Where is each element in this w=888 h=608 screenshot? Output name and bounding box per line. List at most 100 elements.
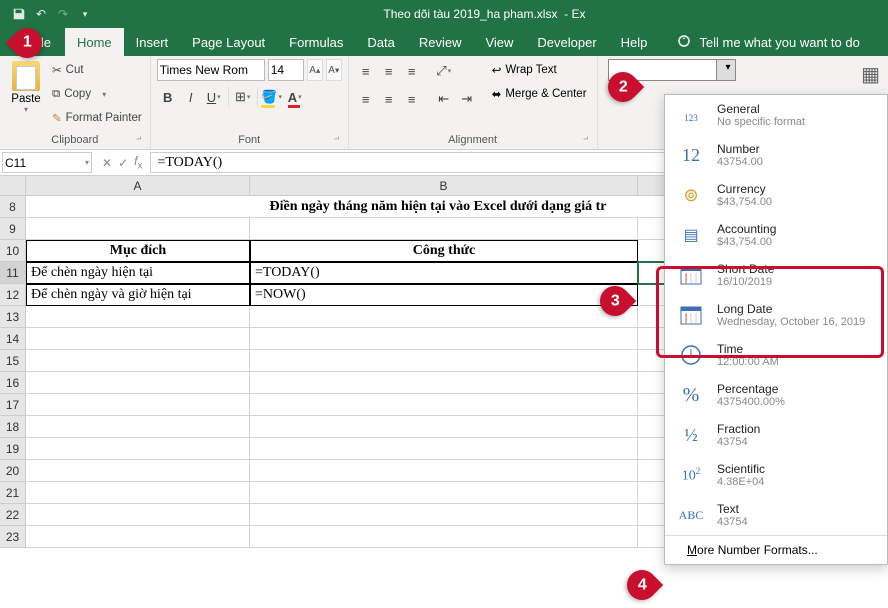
italic-button[interactable]: I	[180, 85, 202, 109]
row-header-15[interactable]: 15	[0, 350, 26, 372]
cell-A22[interactable]	[26, 504, 250, 526]
cell-A10[interactable]: Mục đích	[26, 240, 250, 262]
merge-center-button[interactable]: ⬌Merge & Center	[488, 83, 591, 105]
row-header-16[interactable]: 16	[0, 372, 26, 394]
paste-button[interactable]: Paste ▾	[6, 59, 46, 134]
cell-A16[interactable]	[26, 372, 250, 394]
qat-dropdown-icon[interactable]: ▾	[76, 5, 94, 23]
format-option-percentage[interactable]: %Percentage4375400.00%	[665, 375, 887, 415]
align-center-button[interactable]: ≡	[378, 87, 400, 111]
format-option-long-date[interactable]: Long DateWednesday, October 16, 2019	[665, 295, 887, 335]
cancel-formula-icon[interactable]: ✕	[102, 156, 112, 170]
font-name-select[interactable]	[157, 59, 265, 81]
conditional-format-icon[interactable]: ▦	[861, 62, 880, 87]
cell-B9[interactable]	[250, 218, 638, 240]
cell-A23[interactable]	[26, 526, 250, 548]
row-header-18[interactable]: 18	[0, 416, 26, 438]
row-header-22[interactable]: 22	[0, 504, 26, 526]
decrease-indent-button[interactable]: ⇤	[433, 87, 455, 111]
enter-formula-icon[interactable]: ✓	[118, 156, 128, 170]
font-size-select[interactable]	[268, 59, 304, 81]
column-header-B[interactable]: B	[250, 176, 638, 196]
cell-A15[interactable]	[26, 350, 250, 372]
cell-A20[interactable]	[26, 460, 250, 482]
format-option-general[interactable]: 123GeneralNo specific format	[665, 95, 887, 135]
tab-formulas[interactable]: Formulas	[277, 28, 355, 56]
row-header-9[interactable]: 9	[0, 218, 26, 240]
border-button[interactable]: ⊞	[232, 85, 254, 109]
cell-B12[interactable]: =NOW()	[250, 284, 638, 306]
row-header-12[interactable]: 12	[0, 284, 26, 306]
cell-B13[interactable]	[250, 306, 638, 328]
row-header-13[interactable]: 13	[0, 306, 26, 328]
tell-me-search[interactable]: Tell me what you want to do	[677, 28, 859, 56]
tab-review[interactable]: Review	[407, 28, 474, 56]
format-option-number[interactable]: 12Number43754.00	[665, 135, 887, 175]
row-header-20[interactable]: 20	[0, 460, 26, 482]
cell-A9[interactable]	[26, 218, 250, 240]
undo-icon[interactable]: ↶	[32, 5, 50, 23]
row-header-19[interactable]: 19	[0, 438, 26, 460]
cell-A21[interactable]	[26, 482, 250, 504]
redo-icon[interactable]: ↷	[54, 5, 72, 23]
cell-B17[interactable]	[250, 394, 638, 416]
format-option-text[interactable]: ABCText43754	[665, 495, 887, 535]
format-option-accounting[interactable]: ▤Accounting$43,754.00	[665, 215, 887, 255]
format-option-time[interactable]: Time12:00:00 AM	[665, 335, 887, 375]
align-right-button[interactable]: ≡	[401, 87, 423, 111]
font-color-button[interactable]: A	[284, 85, 306, 109]
underline-button[interactable]: U	[203, 85, 225, 109]
cell-B10[interactable]: Công thức	[250, 240, 638, 262]
cell-B15[interactable]	[250, 350, 638, 372]
format-option-currency[interactable]: ⊚Currency$43,754.00	[665, 175, 887, 215]
cell-B14[interactable]	[250, 328, 638, 350]
row-header-23[interactable]: 23	[0, 526, 26, 548]
column-header-A[interactable]: A	[26, 176, 250, 196]
cell-B11[interactable]: =TODAY()	[250, 262, 638, 284]
tab-view[interactable]: View	[473, 28, 525, 56]
cell-B16[interactable]	[250, 372, 638, 394]
cell-A19[interactable]	[26, 438, 250, 460]
fx-icon[interactable]: fx	[134, 154, 142, 171]
align-top-button[interactable]: ≡	[355, 59, 377, 83]
cell-B20[interactable]	[250, 460, 638, 482]
orientation-button[interactable]: ⤢	[433, 59, 455, 83]
row-header-8[interactable]: 8	[0, 196, 26, 218]
fill-color-button[interactable]: 🪣	[261, 85, 283, 109]
cell-A11[interactable]: Để chèn ngày hiện tại	[26, 262, 250, 284]
tab-data[interactable]: Data	[355, 28, 406, 56]
copy-button[interactable]: ⧉Copy ▾	[50, 83, 144, 105]
align-bottom-button[interactable]: ≡	[401, 59, 423, 83]
tab-help[interactable]: Help	[609, 28, 660, 56]
increase-indent-button[interactable]: ⇥	[456, 87, 478, 111]
format-option-fraction[interactable]: ½Fraction43754	[665, 415, 887, 455]
format-option-short-date[interactable]: Short Date16/10/2019	[665, 255, 887, 295]
tab-insert[interactable]: Insert	[124, 28, 181, 56]
cell-B23[interactable]	[250, 526, 638, 548]
format-option-scientific[interactable]: 102Scientific4.38E+04	[665, 455, 887, 495]
row-header-21[interactable]: 21	[0, 482, 26, 504]
cell-B22[interactable]	[250, 504, 638, 526]
row-header-14[interactable]: 14	[0, 328, 26, 350]
increase-font-button[interactable]: A▴	[307, 59, 323, 81]
tab-developer[interactable]: Developer	[525, 28, 608, 56]
select-all-corner[interactable]	[0, 176, 26, 196]
cell-A12[interactable]: Để chèn ngày và giờ hiện tại	[26, 284, 250, 306]
decrease-font-button[interactable]: A▾	[326, 59, 342, 81]
cut-button[interactable]: ✂Cut	[50, 59, 144, 81]
cell-A17[interactable]	[26, 394, 250, 416]
align-middle-button[interactable]: ≡	[378, 59, 400, 83]
format-painter-button[interactable]: ✎Format Painter	[50, 107, 144, 129]
cell-A14[interactable]	[26, 328, 250, 350]
cell-B19[interactable]	[250, 438, 638, 460]
save-icon[interactable]	[10, 5, 28, 23]
cell-B18[interactable]	[250, 416, 638, 438]
more-number-formats-link[interactable]: More Number Formats...	[665, 535, 887, 564]
tab-page-layout[interactable]: Page Layout	[180, 28, 277, 56]
row-header-17[interactable]: 17	[0, 394, 26, 416]
name-box[interactable]: C11	[2, 152, 92, 173]
align-left-button[interactable]: ≡	[355, 87, 377, 111]
bold-button[interactable]: B	[157, 85, 179, 109]
cell-A18[interactable]	[26, 416, 250, 438]
tab-home[interactable]: Home	[65, 28, 124, 56]
